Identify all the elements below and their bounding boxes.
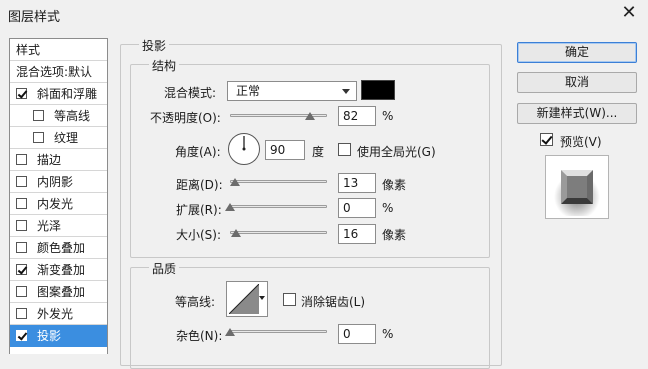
style-list-item-checkbox[interactable] xyxy=(16,308,27,319)
style-list-item[interactable]: 光泽 xyxy=(10,215,107,237)
noise-unit: % xyxy=(382,327,394,341)
style-list-item[interactable]: 斜面和浮雕 xyxy=(10,83,107,105)
spread-slider[interactable] xyxy=(230,205,327,208)
style-list-item[interactable]: 内发光 xyxy=(10,193,107,215)
style-list-item-checkbox[interactable] xyxy=(16,242,27,253)
distance-slider-handle[interactable] xyxy=(229,178,240,186)
style-list-item-checkbox[interactable] xyxy=(16,286,27,297)
distance-slider[interactable] xyxy=(230,180,327,183)
drop-shadow-title: 投影 xyxy=(139,37,170,54)
style-list-item-label: 混合选项:默认 xyxy=(16,65,93,79)
style-list-item[interactable]: 混合选项:默认 xyxy=(10,61,107,83)
size-label: 大小(S): xyxy=(176,228,222,242)
style-list-item-label: 纹理 xyxy=(54,131,79,145)
blend-mode-select[interactable]: 正常 xyxy=(227,81,357,101)
style-list-item[interactable]: 描边 xyxy=(10,149,107,171)
noise-slider-handle[interactable] xyxy=(225,328,235,336)
style-list-item-label: 内发光 xyxy=(37,197,74,211)
chevron-down-icon xyxy=(259,296,265,300)
shadow-color-swatch[interactable] xyxy=(361,80,395,100)
distance-label: 距离(D): xyxy=(176,178,223,192)
style-list-item-label: 外发光 xyxy=(37,307,74,321)
style-list-item-checkbox[interactable] xyxy=(16,220,27,231)
style-preview-thumbnail xyxy=(545,155,609,219)
quality-group xyxy=(130,267,490,369)
global-light-checkbox[interactable] xyxy=(338,143,351,156)
style-list-item-label: 图案叠加 xyxy=(37,285,86,299)
style-list-item[interactable]: 纹理 xyxy=(10,127,107,149)
angle-label: 角度(A): xyxy=(175,145,221,159)
style-list-item-label: 等高线 xyxy=(54,109,91,123)
preview-checkbox[interactable] xyxy=(540,133,553,146)
global-light-label[interactable]: 使用全局光(G) xyxy=(357,143,436,160)
style-list-header-label: 样式 xyxy=(16,43,41,57)
noise-slider[interactable] xyxy=(230,330,327,333)
style-list-item[interactable]: 颜色叠加 xyxy=(10,237,107,259)
opacity-unit: % xyxy=(382,109,394,123)
style-list-item-label: 斜面和浮雕 xyxy=(37,87,98,101)
spread-input[interactable]: 0 xyxy=(338,198,376,218)
style-list-item-checkbox[interactable] xyxy=(16,198,27,209)
anti-alias-label[interactable]: 消除锯齿(L) xyxy=(301,293,365,310)
style-list-item-checkbox[interactable] xyxy=(16,88,27,99)
spread-slider-handle[interactable] xyxy=(225,203,235,211)
spread-unit: % xyxy=(382,201,394,215)
style-list-item-checkbox[interactable] xyxy=(33,110,44,121)
new-style-button[interactable]: 新建样式(W)... xyxy=(517,103,637,124)
blend-mode-value: 正常 xyxy=(236,84,261,98)
style-list-item-label: 内阴影 xyxy=(37,175,74,189)
style-list-item-checkbox[interactable] xyxy=(33,132,44,143)
structure-title: 结构 xyxy=(149,57,180,74)
style-list: 样式 混合选项:默认斜面和浮雕等高线纹理描边内阴影内发光光泽颜色叠加渐变叠加图案… xyxy=(9,38,108,354)
style-list-item-checkbox[interactable] xyxy=(16,264,27,275)
window-title: 图层样式 xyxy=(8,10,61,25)
preview-shape-icon xyxy=(554,170,600,216)
size-input[interactable]: 16 xyxy=(338,224,376,244)
style-list-item-label: 颜色叠加 xyxy=(37,241,86,255)
quality-title: 品质 xyxy=(149,260,180,277)
style-list-item[interactable]: 内阴影 xyxy=(10,171,107,193)
cancel-button[interactable]: 取消 xyxy=(517,72,637,93)
contour-curve-icon xyxy=(229,284,259,314)
size-unit: 像素 xyxy=(382,228,407,242)
style-list-item-label: 渐变叠加 xyxy=(37,263,86,277)
style-list-item-label: 投影 xyxy=(37,329,62,343)
distance-unit: 像素 xyxy=(382,178,407,192)
style-list-item-checkbox[interactable] xyxy=(16,330,27,341)
title-bar: 图层样式 ✕ xyxy=(0,0,648,30)
style-list-header: 样式 xyxy=(10,39,107,61)
opacity-label: 不透明度(O): xyxy=(150,111,221,125)
contour-picker[interactable] xyxy=(226,281,268,317)
contour-label: 等高线: xyxy=(175,295,216,309)
style-list-item[interactable]: 等高线 xyxy=(10,105,107,127)
style-list-item-checkbox[interactable] xyxy=(16,154,27,165)
spread-label: 扩展(R): xyxy=(176,203,222,217)
style-list-item[interactable]: 图案叠加 xyxy=(10,281,107,303)
style-list-item-label: 描边 xyxy=(37,153,62,167)
angle-dial-icon[interactable] xyxy=(227,132,261,166)
size-slider-handle[interactable] xyxy=(230,229,241,237)
ok-button[interactable]: 确定 xyxy=(517,42,637,63)
style-list-item[interactable]: 投影 xyxy=(10,325,107,347)
opacity-input[interactable]: 82 xyxy=(338,106,376,126)
size-slider[interactable] xyxy=(230,231,327,234)
close-icon[interactable]: ✕ xyxy=(616,3,642,25)
style-list-item-checkbox[interactable] xyxy=(16,176,27,187)
style-list-item[interactable]: 渐变叠加 xyxy=(10,259,107,281)
anti-alias-checkbox[interactable] xyxy=(283,293,296,306)
distance-input[interactable]: 13 xyxy=(338,173,376,193)
blend-mode-label: 混合模式: xyxy=(164,86,217,100)
angle-input[interactable]: 90 xyxy=(265,140,305,160)
noise-label: 杂色(N): xyxy=(176,329,223,343)
style-list-item[interactable]: 外发光 xyxy=(10,303,107,325)
style-list-item-label: 光泽 xyxy=(37,219,62,233)
angle-unit: 度 xyxy=(312,145,325,159)
opacity-slider-handle[interactable] xyxy=(304,112,315,120)
preview-label[interactable]: 预览(V) xyxy=(560,133,602,150)
noise-input[interactable]: 0 xyxy=(338,324,376,344)
chevron-down-icon xyxy=(342,89,350,94)
